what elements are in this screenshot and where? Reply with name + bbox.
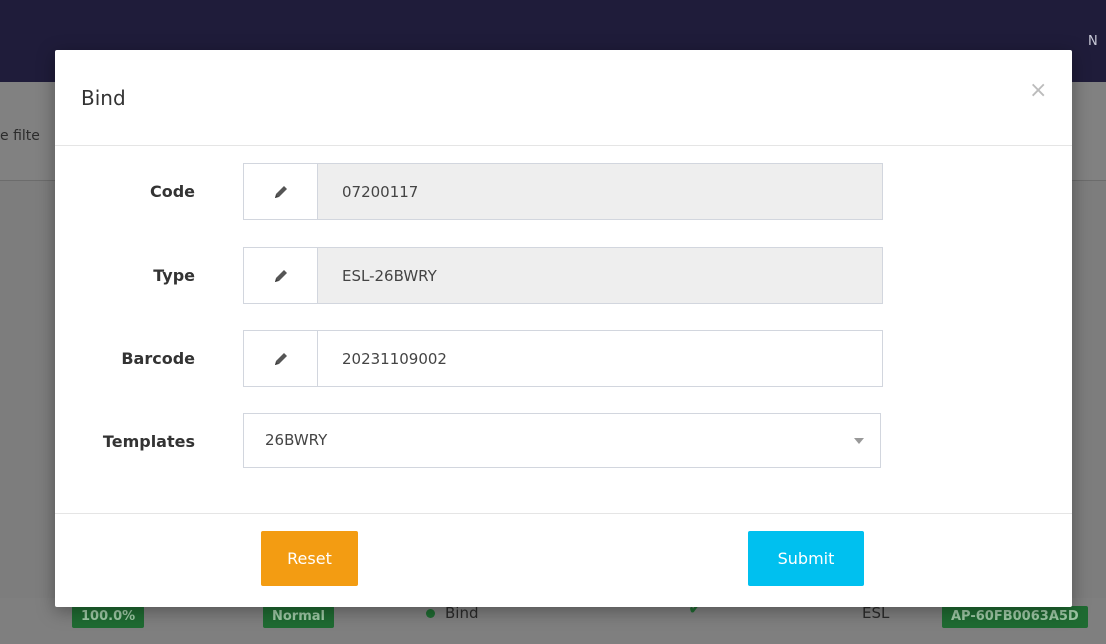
- bind-modal: Bind × Code Type Barcode Templates 26BWR…: [55, 50, 1072, 607]
- pencil-icon: [244, 331, 318, 386]
- templates-label: Templates: [102, 432, 195, 451]
- close-icon[interactable]: ×: [1029, 78, 1047, 103]
- code-field[interactable]: [318, 164, 882, 219]
- type-label: Type: [153, 266, 195, 285]
- state-badge: Normal: [263, 606, 334, 628]
- templates-select[interactable]: 26BWRY: [243, 413, 881, 468]
- modal-title: Bind: [81, 86, 126, 110]
- chevron-down-icon: [854, 438, 864, 444]
- filter-label: e filte: [0, 128, 40, 144]
- modal-header: Bind ×: [55, 50, 1072, 146]
- pencil-icon: [244, 248, 318, 303]
- reset-button[interactable]: Reset: [261, 531, 358, 586]
- progress-badge: 100.0%: [72, 606, 145, 628]
- barcode-input-group: [243, 330, 883, 387]
- barcode-field[interactable]: [318, 331, 882, 386]
- barcode-label: Barcode: [121, 349, 195, 368]
- pencil-icon: [244, 164, 318, 219]
- modal-footer: [55, 513, 1072, 514]
- code-input-group: [243, 163, 883, 220]
- submit-button[interactable]: Submit: [748, 531, 864, 586]
- type-input-group: [243, 247, 883, 304]
- user-menu-text[interactable]: N: [1088, 34, 1098, 49]
- status-dot-icon: [426, 609, 435, 618]
- ap-badge: AP-60FB0063A5D: [942, 606, 1088, 628]
- type-field[interactable]: [318, 248, 882, 303]
- code-label: Code: [149, 182, 195, 201]
- templates-selected-value: 26BWRY: [265, 431, 328, 449]
